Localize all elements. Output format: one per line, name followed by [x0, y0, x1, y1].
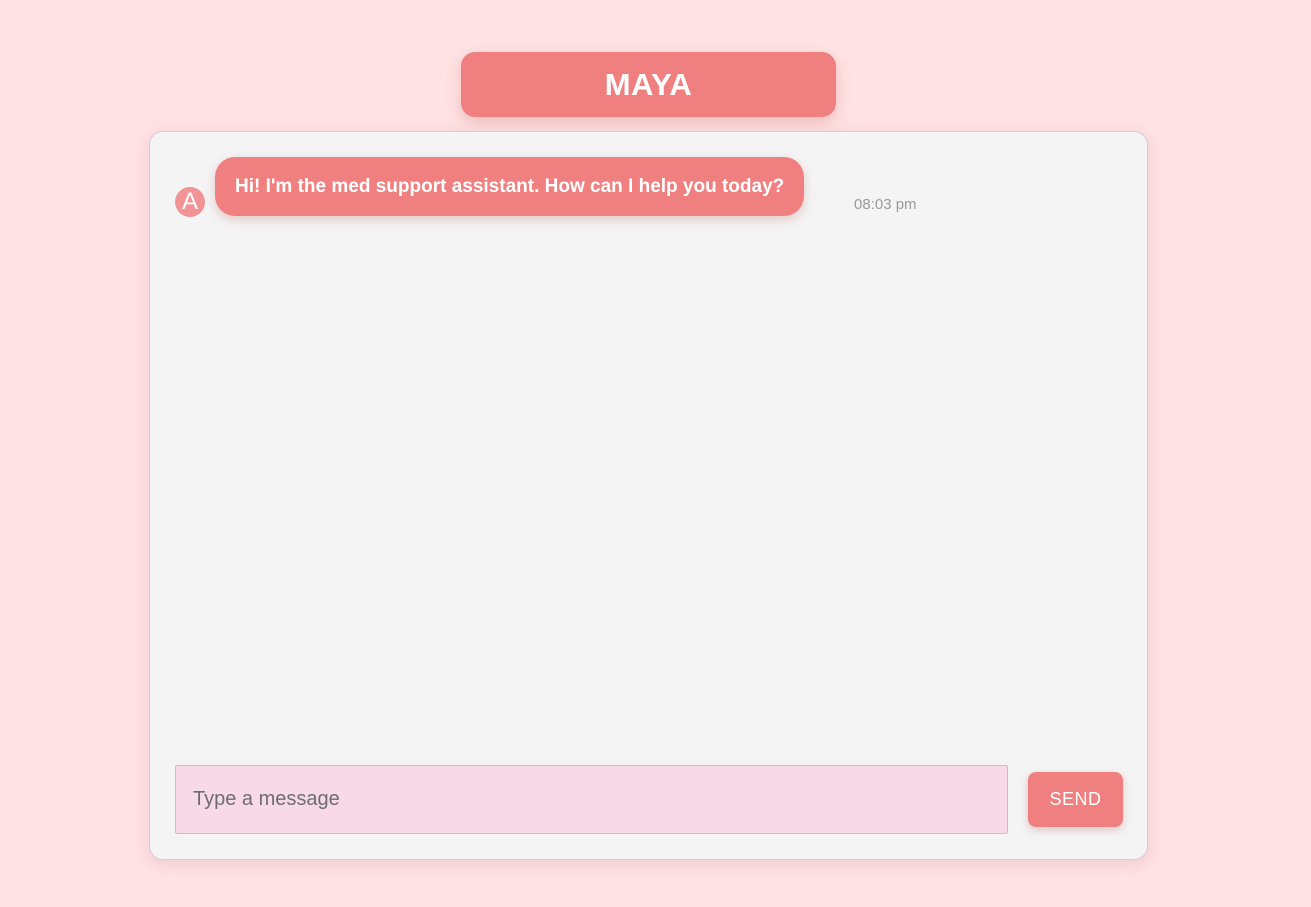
assistant-avatar: A: [175, 187, 205, 217]
chat-window: A Hi! I'm the med support assistant. How…: [149, 131, 1148, 860]
send-button[interactable]: SEND: [1028, 772, 1123, 827]
message-timestamp: 08:03 pm: [854, 196, 917, 213]
assistant-message-bubble: Hi! I'm the med support assistant. How c…: [215, 157, 805, 216]
app-title: MAYA: [461, 52, 836, 117]
message-input[interactable]: [175, 765, 1008, 834]
